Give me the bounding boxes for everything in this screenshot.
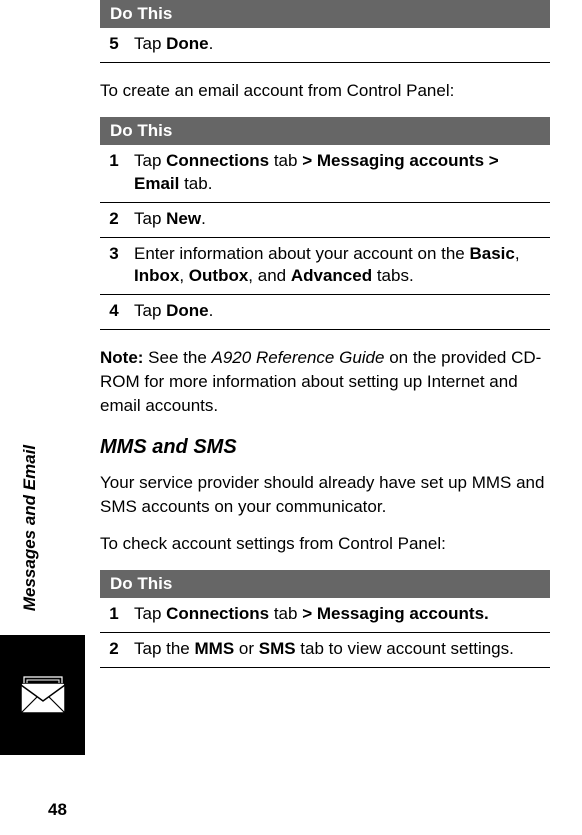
table-row: 4 Tap Done. (100, 295, 550, 330)
table-row: 3 Enter information about your account o… (100, 237, 550, 295)
table-row: 2 Tap New. (100, 202, 550, 237)
envelope-icon (18, 673, 68, 717)
side-tab-label: Messages and Email (20, 408, 40, 648)
step-text: Tap Connections tab > Messaging accounts… (128, 598, 550, 632)
do-this-table-1: Do This 5 Tap Done. (100, 0, 550, 63)
step-number: 3 (100, 237, 128, 295)
step-text: Enter information about your account on … (128, 237, 550, 295)
step-text: Tap Done. (128, 28, 550, 62)
section-icon-block (0, 635, 85, 755)
paragraph: Your service provider should already hav… (100, 471, 550, 519)
table-row: 5 Tap Done. (100, 28, 550, 62)
page-content: Do This 5 Tap Done. To create an email a… (100, 0, 550, 684)
step-number: 1 (100, 598, 128, 632)
do-this-table-3: Do This 1 Tap Connections tab > Messagin… (100, 570, 550, 668)
step-text: Tap Done. (128, 295, 550, 330)
page-number: 48 (48, 800, 67, 820)
table1-header: Do This (100, 0, 550, 28)
note-label: Note: (100, 348, 143, 367)
table3-header: Do This (100, 570, 550, 598)
table-row: 1 Tap Connections tab > Messaging accoun… (100, 145, 550, 202)
table-row: 2 Tap the MMS or SMS tab to view account… (100, 633, 550, 668)
step-text: Tap Connections tab > Messaging accounts… (128, 145, 550, 202)
note-paragraph: Note: See the A920 Reference Guide on th… (100, 346, 550, 417)
do-this-table-2: Do This 1 Tap Connections tab > Messagin… (100, 117, 550, 331)
table2-header: Do This (100, 117, 550, 145)
paragraph: To check account settings from Control P… (100, 532, 550, 556)
section-heading: MMS and SMS (100, 436, 550, 459)
side-tab: Messages and Email (0, 398, 30, 648)
step-text: Tap New. (128, 202, 550, 237)
step-number: 5 (100, 28, 128, 62)
step-text: Tap the MMS or SMS tab to view account s… (128, 633, 550, 668)
table-row: 1 Tap Connections tab > Messaging accoun… (100, 598, 550, 632)
step-number: 4 (100, 295, 128, 330)
step-number: 2 (100, 202, 128, 237)
step-number: 1 (100, 145, 128, 202)
step-number: 2 (100, 633, 128, 668)
paragraph: To create an email account from Control … (100, 79, 550, 103)
